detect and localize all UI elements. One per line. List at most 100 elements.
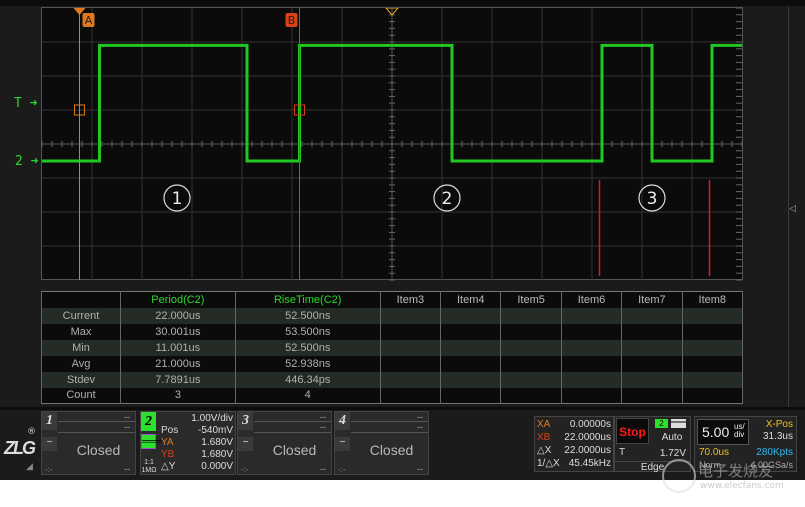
dy-value: 0.000V — [201, 461, 233, 472]
channel-4-button[interactable]: 4 — [335, 412, 350, 430]
measurement-column-header[interactable]: Item6 — [560, 291, 623, 308]
measurement-row: Min 11.001us 52.500ns — [41, 339, 744, 356]
measurement-cell — [681, 323, 744, 340]
measurement-cell — [379, 307, 442, 324]
measurement-cell — [560, 307, 623, 324]
registered-mark: ® — [27, 427, 36, 437]
measurement-cell — [500, 387, 562, 404]
measurement-cell: 22.000us — [120, 307, 236, 324]
trigger-level-marker[interactable]: T ➜ — [14, 96, 37, 111]
annotation-number: 2 — [442, 189, 453, 209]
measurement-column-header[interactable]: RiseTime(C2) — [234, 291, 381, 308]
channel-3-button[interactable]: 3 — [238, 412, 253, 430]
trigger-level-value[interactable]: 1.72V — [660, 448, 686, 459]
dx-label: △X — [537, 445, 552, 456]
measurement-cell: 52.500ns — [234, 307, 381, 324]
measurement-row-label: Min — [41, 339, 121, 356]
measurement-cell — [681, 307, 744, 324]
channel-4-minus-button[interactable]: − — [335, 437, 350, 451]
measurement-cell — [379, 387, 442, 404]
inv-dx-label: 1/△X — [537, 458, 560, 469]
measurement-cell: 11.001us — [120, 339, 236, 356]
measurement-row: Avg 21.000us 52.938ns — [41, 355, 744, 372]
trigger-mode[interactable]: Auto — [655, 432, 689, 443]
timebase-scale-value: 5.00 — [702, 424, 730, 440]
measurement-cell — [500, 323, 562, 340]
measurement-cell — [681, 371, 744, 388]
channel-4-pos: -- — [417, 422, 423, 432]
channel-2-button[interactable]: 2 — [141, 412, 156, 431]
measurement-cell — [440, 339, 502, 356]
xb-label: XB — [537, 432, 551, 443]
trigger-level-label: T — [619, 447, 626, 458]
measurement-cell — [500, 355, 562, 372]
measurement-cell — [560, 371, 623, 388]
measurement-cell: 7.7891us — [120, 371, 236, 388]
inv-dx-value: 45.45kHz — [568, 458, 611, 469]
measurement-cell — [560, 355, 623, 372]
header-corner — [41, 291, 121, 308]
trigger-coupling-icon[interactable]: ═══ — [671, 419, 686, 428]
xpos-value[interactable]: 31.3us — [763, 431, 793, 442]
cursor-readout-panel[interactable]: XA 0.00000s XB 22.0000us △X 22.0000us 1/△X 4… — [534, 416, 614, 472]
measurement-cell — [621, 387, 683, 404]
trigger-source-badge[interactable]: 2 — [655, 419, 668, 428]
measurement-cell — [560, 323, 623, 340]
watermark-text: 电子发烧友 — [698, 462, 774, 480]
xb-value: 22.0000us — [564, 432, 611, 443]
measurement-cell: 3 — [120, 387, 236, 404]
measurement-cell — [500, 307, 562, 324]
measurement-cell — [621, 371, 683, 388]
measurement-cell — [621, 323, 683, 340]
panel-expand-icon[interactable]: ◁ — [789, 204, 796, 214]
measurement-row-label: Stdev — [41, 371, 121, 388]
resize-grip-icon[interactable]: ◢ — [26, 462, 33, 472]
timebase-unit: us/div — [734, 422, 745, 439]
time-window: 70.0us — [699, 447, 730, 458]
channel-4-probe: -- — [417, 464, 423, 474]
measurement-cell: 30.001us — [120, 323, 236, 340]
watermark-url: www.elecfans.com — [700, 481, 784, 491]
measurement-table: Period(C2) RiseTime(C2) Item3 Item4 Item5 Ite… — [41, 291, 744, 404]
channel-3-pos: -- — [320, 422, 326, 432]
channel-1-coupling: -:- — [45, 465, 53, 474]
channel-3-panel[interactable]: 3 -- -- − Closed -:- -- — [237, 411, 332, 475]
measurement-row: Current 22.000us 52.500ns — [41, 307, 744, 324]
measurement-row-label: Count — [41, 387, 121, 404]
channel-1-minus-button[interactable]: − — [42, 437, 57, 451]
channel-1-button[interactable]: 1 — [42, 412, 57, 430]
channel-2-offset-marker[interactable]: 2 ➜ — [15, 154, 38, 169]
channel-1-scale: -- — [124, 412, 130, 422]
waveform-display[interactable]: A B 1 2 3 — [41, 7, 743, 281]
measurement-row-label: Max — [41, 323, 121, 340]
pos-value[interactable]: -540mV — [198, 425, 233, 437]
xa-value: 0.00000s — [569, 419, 611, 430]
channel-1-panel[interactable]: 1 -- -- − Closed -:- -- — [41, 411, 136, 475]
measurement-cell: 21.000us — [120, 355, 236, 372]
measurement-cell — [379, 339, 442, 356]
yb-label: YB — [161, 449, 175, 460]
channel-3-probe: -- — [320, 464, 326, 474]
measurement-column-header[interactable]: Item7 — [621, 291, 683, 308]
measurement-column-header[interactable]: Item3 — [379, 291, 442, 308]
measurement-cell — [379, 323, 442, 340]
channel-2-panel[interactable]: 2 ═══ 1:1 1MΩ 1.00V/div Pos -540mV YA 1.680… — [140, 411, 236, 475]
measurement-column-header[interactable]: Item4 — [440, 291, 502, 308]
channel-4-coupling: -:- — [338, 465, 346, 474]
measurement-cell — [440, 323, 502, 340]
channel-3-minus-button[interactable]: − — [238, 437, 253, 451]
channel-1-status: Closed — [76, 442, 121, 458]
timebase-scale-button[interactable]: 5.00 us/div — [697, 419, 749, 445]
annotation-number: 3 — [647, 189, 658, 209]
channel-1-probe: -- — [124, 464, 130, 474]
dc-coupling-icon[interactable]: ═══ — [141, 434, 161, 449]
run-stop-button[interactable]: Stop — [616, 418, 649, 444]
channel-2-scale[interactable]: 1.00V/div — [191, 413, 233, 425]
measurement-column-header[interactable]: Item5 — [500, 291, 562, 308]
measurement-column-header[interactable]: Item8 — [681, 291, 744, 308]
annotation-number: 1 — [172, 189, 183, 209]
channel-4-panel[interactable]: 4 -- -- − Closed -:- -- — [334, 411, 429, 475]
measurement-column-header[interactable]: Period(C2) — [120, 291, 236, 308]
measurement-cell — [440, 387, 502, 404]
channel-1-pos: -- — [124, 422, 130, 432]
